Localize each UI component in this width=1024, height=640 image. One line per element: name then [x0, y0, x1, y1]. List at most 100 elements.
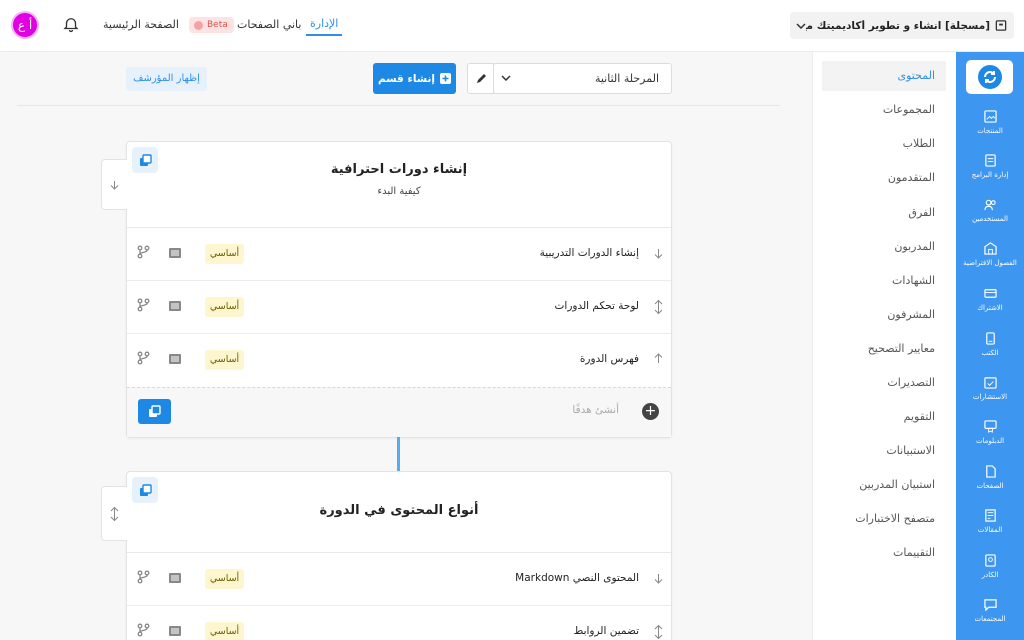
sidebar-label: الاستشارات — [972, 393, 1008, 401]
lesson-row[interactable]: فهرس الدورة أساسي — [127, 334, 671, 387]
sidebar-item-virtual-classes[interactable]: الفصول الافتراضية — [956, 242, 1024, 267]
nav-item-supervisors[interactable]: المشرفون — [822, 300, 946, 330]
chevron-down-icon — [501, 75, 511, 81]
duplicate-section-button[interactable] — [132, 477, 158, 503]
branch-icon[interactable] — [137, 245, 150, 259]
move-section-handle[interactable] — [101, 159, 127, 210]
lesson-row[interactable]: تضمين الروابط أساسي — [127, 606, 671, 640]
admin-tab[interactable]: الإدارة — [306, 12, 343, 36]
lesson-badge: أساسي — [205, 350, 244, 370]
show-archive-button[interactable]: إظهار المؤرشف — [126, 67, 207, 91]
page-builder-link[interactable]: باني الصفحات — [237, 18, 301, 31]
list-icon[interactable] — [168, 300, 182, 312]
plus-circle-icon[interactable]: + — [642, 403, 659, 420]
section-header: أنواع المحتوى في الدورة — [127, 472, 671, 553]
lesson-row[interactable]: إنشاء الدورات التدريبية أساسي — [127, 228, 671, 281]
sidebar-label: الدبلومات — [975, 437, 1005, 445]
plus-square-icon — [440, 73, 451, 84]
sidebar-label: المجتمعات — [974, 615, 1006, 623]
section-title[interactable]: إنشاء دورات احترافية — [127, 142, 671, 177]
sidebar-label: الصفحات — [976, 482, 1004, 490]
arrow-up-down-icon[interactable] — [654, 624, 663, 640]
branch-icon[interactable] — [137, 298, 150, 312]
list-icon[interactable] — [168, 625, 182, 637]
sidebar-label: المقالات — [977, 526, 1003, 534]
nav-item-instructors[interactable]: المدربون — [822, 232, 946, 262]
lesson-badge: أساسي — [205, 244, 244, 264]
section-title[interactable]: أنواع المحتوى في الدورة — [127, 472, 671, 518]
arrow-up-icon[interactable] — [654, 352, 663, 366]
copy-icon — [139, 153, 152, 166]
nav-item-grading-criteria[interactable]: معايير التصحيح — [822, 334, 946, 364]
lesson-title[interactable]: فهرس الدورة — [580, 353, 639, 365]
edit-stage-button[interactable] — [467, 63, 494, 94]
lesson-row[interactable]: المحتوى النصي Markdown أساسي — [127, 553, 671, 606]
nav-item-exports[interactable]: التصديرات — [822, 368, 946, 398]
sidebar-item-staff[interactable]: الكادر — [956, 554, 1024, 579]
sidebar-item-books[interactable]: الكتب — [956, 332, 1024, 357]
lesson-title[interactable]: المحتوى النصي Markdown — [515, 572, 639, 584]
duplicate-section-button[interactable] — [132, 147, 158, 173]
sidebar-item-diplomas[interactable]: الدبلومات — [956, 420, 1024, 445]
bell-icon[interactable] — [62, 15, 80, 33]
sidebar-item-articles[interactable]: المقالات — [956, 509, 1024, 534]
add-goal-input[interactable]: أنشئ هدفًا — [572, 404, 619, 416]
sidebar-item-users[interactable]: المستخدمين — [956, 198, 1024, 223]
arrow-up-down-icon[interactable] — [654, 299, 663, 315]
arrow-down-icon[interactable] — [654, 246, 663, 260]
lesson-title[interactable]: تضمين الروابط — [574, 625, 639, 637]
arrow-up-down-icon — [110, 506, 119, 521]
lesson-row[interactable]: لوحة تحكم الدورات أساسي — [127, 281, 671, 334]
sidebar-item-communities[interactable]: المجتمعات — [956, 598, 1024, 623]
staff-icon — [984, 554, 996, 567]
course-selector[interactable]: [مسجلة] انشاء و تطوير أكاديميتك مع زامن — [790, 12, 1014, 39]
sidebar-item-programs[interactable]: إدارة البرامج — [956, 154, 1024, 179]
avatar[interactable]: أ ع — [11, 11, 39, 39]
nav-item-applicants[interactable]: المتقدمون — [822, 163, 946, 193]
stage-select[interactable]: المرحلة الثانية — [493, 63, 672, 94]
app-sidebar: المنتجات إدارة البرامج المستخدمين الفصول… — [956, 52, 1024, 640]
nav-item-groups[interactable]: المجموعات — [822, 95, 946, 125]
course-icon — [995, 20, 1007, 31]
card-icon — [983, 289, 997, 298]
duplicate-lesson-button[interactable] — [138, 399, 171, 424]
nav-item-calendar[interactable]: التقويم — [822, 402, 946, 432]
sidebar-label: الكادر — [981, 571, 999, 579]
home-link[interactable]: الصفحة الرئيسية — [103, 18, 179, 31]
lesson-title[interactable]: إنشاء الدورات التدريبية — [540, 247, 639, 259]
sidebar-label: الفصول الافتراضية — [963, 259, 1017, 267]
list-icon[interactable] — [168, 247, 182, 259]
app-logo[interactable] — [966, 60, 1013, 94]
content-nav: المحتوى المجموعات الطلاب المتقدمون الفرق… — [812, 52, 956, 640]
calendar-icon — [983, 377, 997, 389]
list-icon[interactable] — [168, 572, 182, 584]
nav-item-quiz-browser[interactable]: متصفح الاختبارات — [822, 504, 946, 534]
stage-select-value: المرحلة الثانية — [594, 72, 659, 85]
nav-item-instructor-survey[interactable]: استبيان المدربين — [822, 470, 946, 500]
section-header: إنشاء دورات احترافية كيفية البدء — [127, 142, 671, 228]
sidebar-item-products[interactable]: المنتجات — [956, 110, 1024, 135]
branch-icon[interactable] — [137, 351, 150, 365]
sidebar-item-consultations[interactable]: الاستشارات — [956, 376, 1024, 401]
refresh-logo-icon — [977, 65, 1002, 89]
section-card: إنشاء دورات احترافية كيفية البدء إنشاء ا… — [101, 141, 672, 438]
branch-icon[interactable] — [137, 570, 150, 584]
nav-item-teams[interactable]: الفرق — [822, 198, 946, 228]
add-goal-row: + أنشئ هدفًا — [127, 387, 671, 437]
chevron-down-icon — [796, 22, 806, 29]
sidebar-label: المنتجات — [977, 127, 1003, 135]
lesson-title[interactable]: لوحة تحكم الدورات — [555, 300, 639, 312]
nav-item-students[interactable]: الطلاب — [822, 129, 946, 159]
nav-item-certificates[interactable]: الشهادات — [822, 266, 946, 296]
create-section-button[interactable]: إنشاء قسم — [373, 63, 456, 94]
sidebar-item-subscription[interactable]: الاشتراك — [956, 287, 1024, 312]
branch-icon[interactable] — [137, 623, 150, 637]
list-icon[interactable] — [168, 353, 182, 365]
arrow-down-icon[interactable] — [654, 571, 663, 585]
move-section-handle[interactable] — [101, 486, 127, 541]
nav-item-content[interactable]: المحتوى — [822, 61, 946, 91]
nav-item-surveys[interactable]: الاستبيانات — [822, 436, 946, 466]
section-subtitle: كيفية البدء — [377, 186, 421, 197]
nav-item-evaluations[interactable]: التقييمات — [822, 538, 946, 568]
sidebar-item-pages[interactable]: الصفحات — [956, 465, 1024, 490]
